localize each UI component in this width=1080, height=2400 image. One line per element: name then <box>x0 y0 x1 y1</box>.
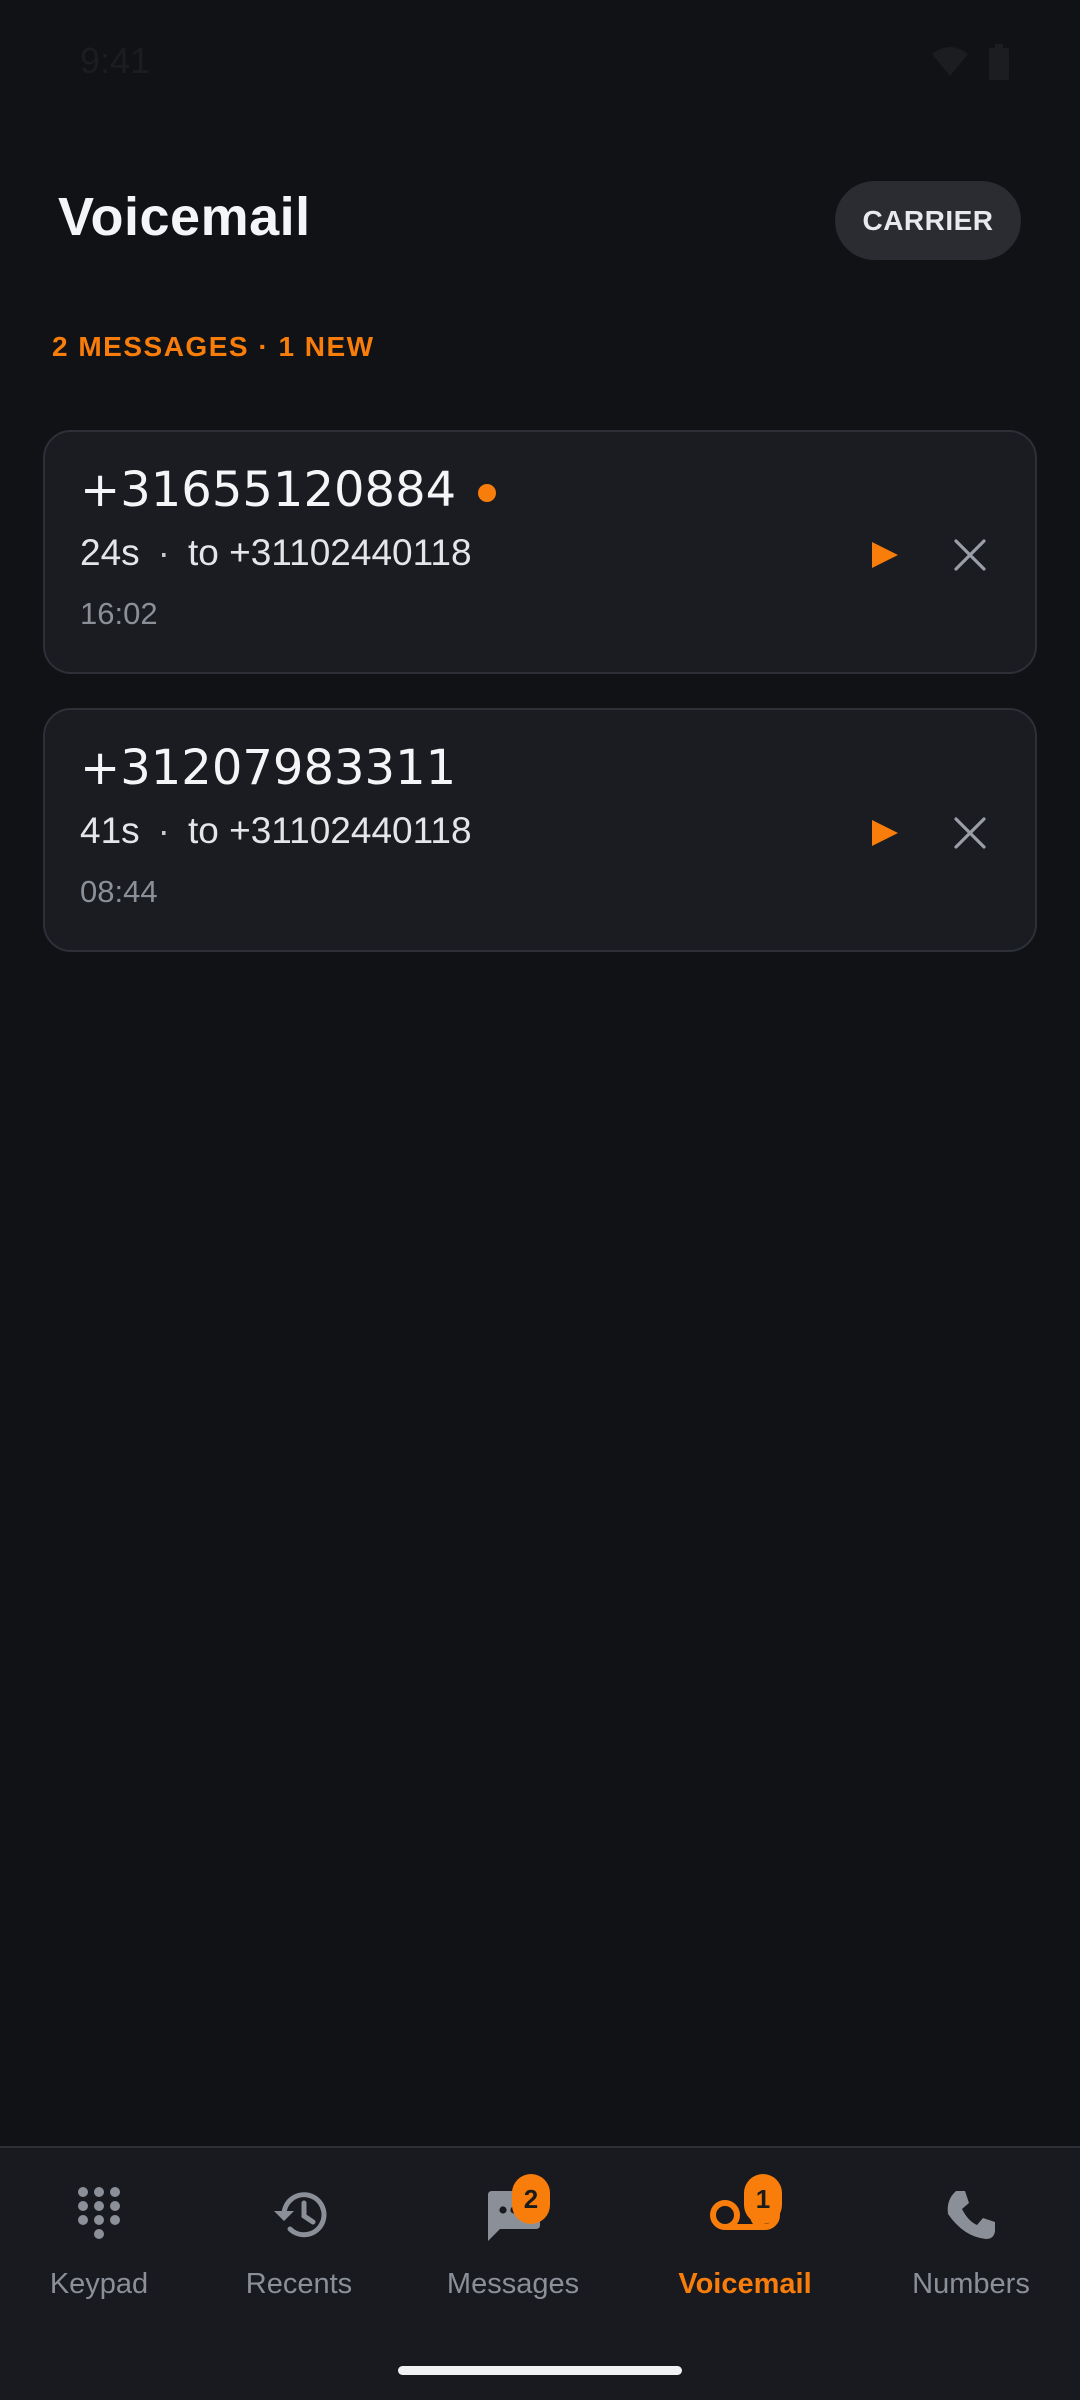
carrier-button[interactable]: CARRIER <box>835 181 1021 260</box>
status-bar: 9:41 <box>0 0 1080 126</box>
play-icon <box>872 542 898 568</box>
delete-button[interactable] <box>945 530 995 580</box>
nav-label: Recents <box>245 2268 353 2300</box>
battery-icon <box>989 44 1009 80</box>
wifi-icon <box>932 47 968 76</box>
voicemail-icon: 1 <box>700 2174 790 2250</box>
status-icons <box>930 44 1010 80</box>
close-icon <box>954 817 986 849</box>
delete-button[interactable] <box>945 808 995 858</box>
caller-number: +31655120884 <box>80 462 457 518</box>
phone-icon <box>926 2180 1016 2250</box>
play-button[interactable] <box>860 530 910 580</box>
close-icon <box>954 539 986 571</box>
voicemail-number-row: +31207983311 <box>80 740 456 796</box>
voicemail-summary: 2 MESSAGES · 1 NEW <box>52 331 375 362</box>
nav-label: Voicemail <box>678 2268 812 2300</box>
play-icon <box>872 820 898 846</box>
voicemail-item[interactable]: +31207983311 41s · to +31102440118 08:44 <box>43 708 1037 952</box>
bottom-nav: Keypad Recents 2 Messages 1 Voicemail Nu… <box>0 2146 1080 2400</box>
nav-label: Numbers <box>912 2268 1030 2300</box>
voicemail-number-row: +31655120884 <box>80 462 497 518</box>
voicemail-recipient: to +31102440118 <box>187 532 472 573</box>
nav-label: Keypad <box>49 2268 149 2300</box>
chat-icon: 2 <box>468 2174 558 2250</box>
new-indicator-dot <box>478 484 497 502</box>
voicemail-time: 08:44 <box>80 874 158 909</box>
voicemail-recipient: to +31102440118 <box>187 810 472 851</box>
meta-separator: · <box>157 532 170 573</box>
caller-number: +31207983311 <box>80 740 457 796</box>
page-title: Voicemail <box>58 187 311 247</box>
nav-item-voicemail[interactable]: 1 Voicemail <box>655 2174 835 2310</box>
voicemail-item[interactable]: +31655120884 24s · to +31102440118 16:02 <box>43 430 1037 674</box>
home-indicator[interactable] <box>398 2366 682 2375</box>
nav-item-keypad[interactable]: Keypad <box>9 2180 189 2310</box>
voicemail-badge: 1 <box>744 2174 782 2224</box>
nav-item-messages[interactable]: 2 Messages <box>423 2174 603 2310</box>
nav-label: Messages <box>446 2268 580 2300</box>
nav-item-recents[interactable]: Recents <box>209 2180 389 2310</box>
messages-badge: 2 <box>512 2174 550 2224</box>
voicemail-duration: 24s <box>80 532 140 573</box>
keypad-icon <box>54 2180 144 2250</box>
voicemail-meta: 24s · to +31102440118 <box>80 532 472 574</box>
meta-separator: · <box>157 810 170 851</box>
nav-item-numbers[interactable]: Numbers <box>881 2180 1061 2310</box>
voicemail-duration: 41s <box>80 810 140 851</box>
voicemail-time: 16:02 <box>80 596 158 631</box>
status-time: 9:41 <box>80 40 151 81</box>
history-icon <box>254 2180 344 2250</box>
voicemail-meta: 41s · to +31102440118 <box>80 810 472 852</box>
play-button[interactable] <box>860 808 910 858</box>
